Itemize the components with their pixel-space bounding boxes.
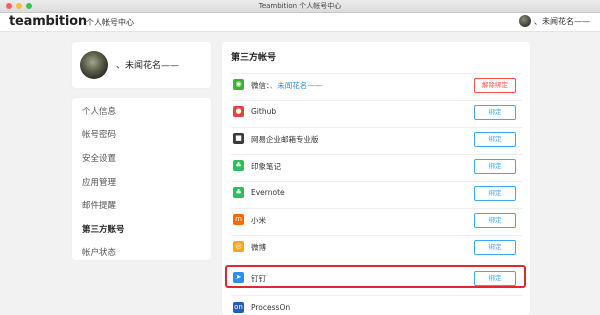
list-item-yinxiang: ♣ 印象笔记 绑定 xyxy=(231,154,522,177)
menu-item-account-password[interactable]: 帐号密码 xyxy=(82,128,116,140)
window-title: Teambition 个人帐号中心 xyxy=(258,2,342,10)
list-item-evernote: ♣ Evernote 绑定 xyxy=(231,181,522,204)
menu-item-security[interactable]: 安全设置 xyxy=(82,152,116,164)
service-name: 网易企业邮箱专业版 xyxy=(251,135,319,144)
teambition-logo[interactable]: teambition xyxy=(9,14,87,29)
bind-github-button[interactable]: 绑定 xyxy=(474,105,516,120)
list-item-xiaomi: m 小米 绑定 xyxy=(231,208,522,231)
service-name: 微博 xyxy=(251,243,266,252)
service-name: ProcessOn xyxy=(251,303,291,312)
menu-item-email-reminders[interactable]: 邮件提醒 xyxy=(82,199,116,211)
wechat-icon: ◉ xyxy=(233,79,244,90)
bind-yinxiang-button[interactable]: 绑定 xyxy=(474,159,516,174)
bind-evernote-button[interactable]: 绑定 xyxy=(474,186,516,201)
menu-item-third-party-accounts[interactable]: 第三方账号 xyxy=(82,223,125,235)
bind-netease-mail-button[interactable]: 绑定 xyxy=(474,132,516,147)
panel-title: 第三方帐号 xyxy=(231,53,277,63)
window-controls xyxy=(6,3,32,9)
evernote-icon: ♣ xyxy=(233,160,244,171)
close-window-button[interactable] xyxy=(6,3,12,9)
service-name: 小米 xyxy=(251,216,266,225)
profile-name: 、未闻花名—— xyxy=(116,61,180,71)
settings-menu: 个人信息 帐号密码 安全设置 应用管理 邮件提醒 第三方账号 帐户状态 xyxy=(72,98,211,260)
menu-item-app-management[interactable]: 应用管理 xyxy=(82,176,116,188)
bind-xiaomi-button[interactable]: 绑定 xyxy=(474,213,516,228)
header-subtitle: 个人帐号中心 xyxy=(86,18,134,27)
list-item-weibo: ◎ 微博 绑定 xyxy=(231,235,522,258)
xiaomi-icon: m xyxy=(233,214,244,225)
user-menu[interactable]: 、未闻花名—— xyxy=(519,15,590,27)
netease-mail-icon: ■ xyxy=(233,133,244,144)
window-titlebar: Teambition 个人帐号中心 xyxy=(0,0,600,13)
profile-avatar xyxy=(80,51,108,79)
menu-item-profile-info[interactable]: 个人信息 xyxy=(82,105,116,117)
avatar[interactable] xyxy=(519,15,531,27)
service-name: Evernote xyxy=(251,188,285,197)
service-name: 印象笔记 xyxy=(251,162,281,171)
list-item-github: ● Github 绑定 xyxy=(231,100,522,123)
header-user-name[interactable]: 、未闻花名—— xyxy=(534,16,590,27)
wechat-prefix: 微信： xyxy=(251,81,270,90)
minimize-window-button[interactable] xyxy=(16,3,22,9)
list-item-processon: on ProcessOn xyxy=(231,295,522,315)
service-name: Github xyxy=(251,107,277,116)
list-item-netease-mail: ■ 网易企业邮箱专业版 绑定 xyxy=(231,127,522,150)
processon-icon: on xyxy=(233,302,244,313)
weibo-icon: ◎ xyxy=(233,241,244,252)
top-header: teambition 个人帐号中心 、未闻花名—— xyxy=(0,13,600,32)
dingtalk-highlight-box xyxy=(225,265,526,288)
maximize-window-button[interactable] xyxy=(26,3,32,9)
bind-weibo-button[interactable]: 绑定 xyxy=(474,240,516,255)
list-item-wechat: ◉ 微信：、未闻花名—— 解除绑定 xyxy=(231,73,522,96)
github-icon: ● xyxy=(233,106,244,117)
unbind-wechat-button[interactable]: 解除绑定 xyxy=(474,78,516,93)
profile-card: 、未闻花名—— xyxy=(72,42,211,88)
menu-item-account-status[interactable]: 帐户状态 xyxy=(82,246,116,258)
wechat-account[interactable]: 、未闻花名—— xyxy=(270,81,323,90)
evernote-icon: ♣ xyxy=(233,187,244,198)
